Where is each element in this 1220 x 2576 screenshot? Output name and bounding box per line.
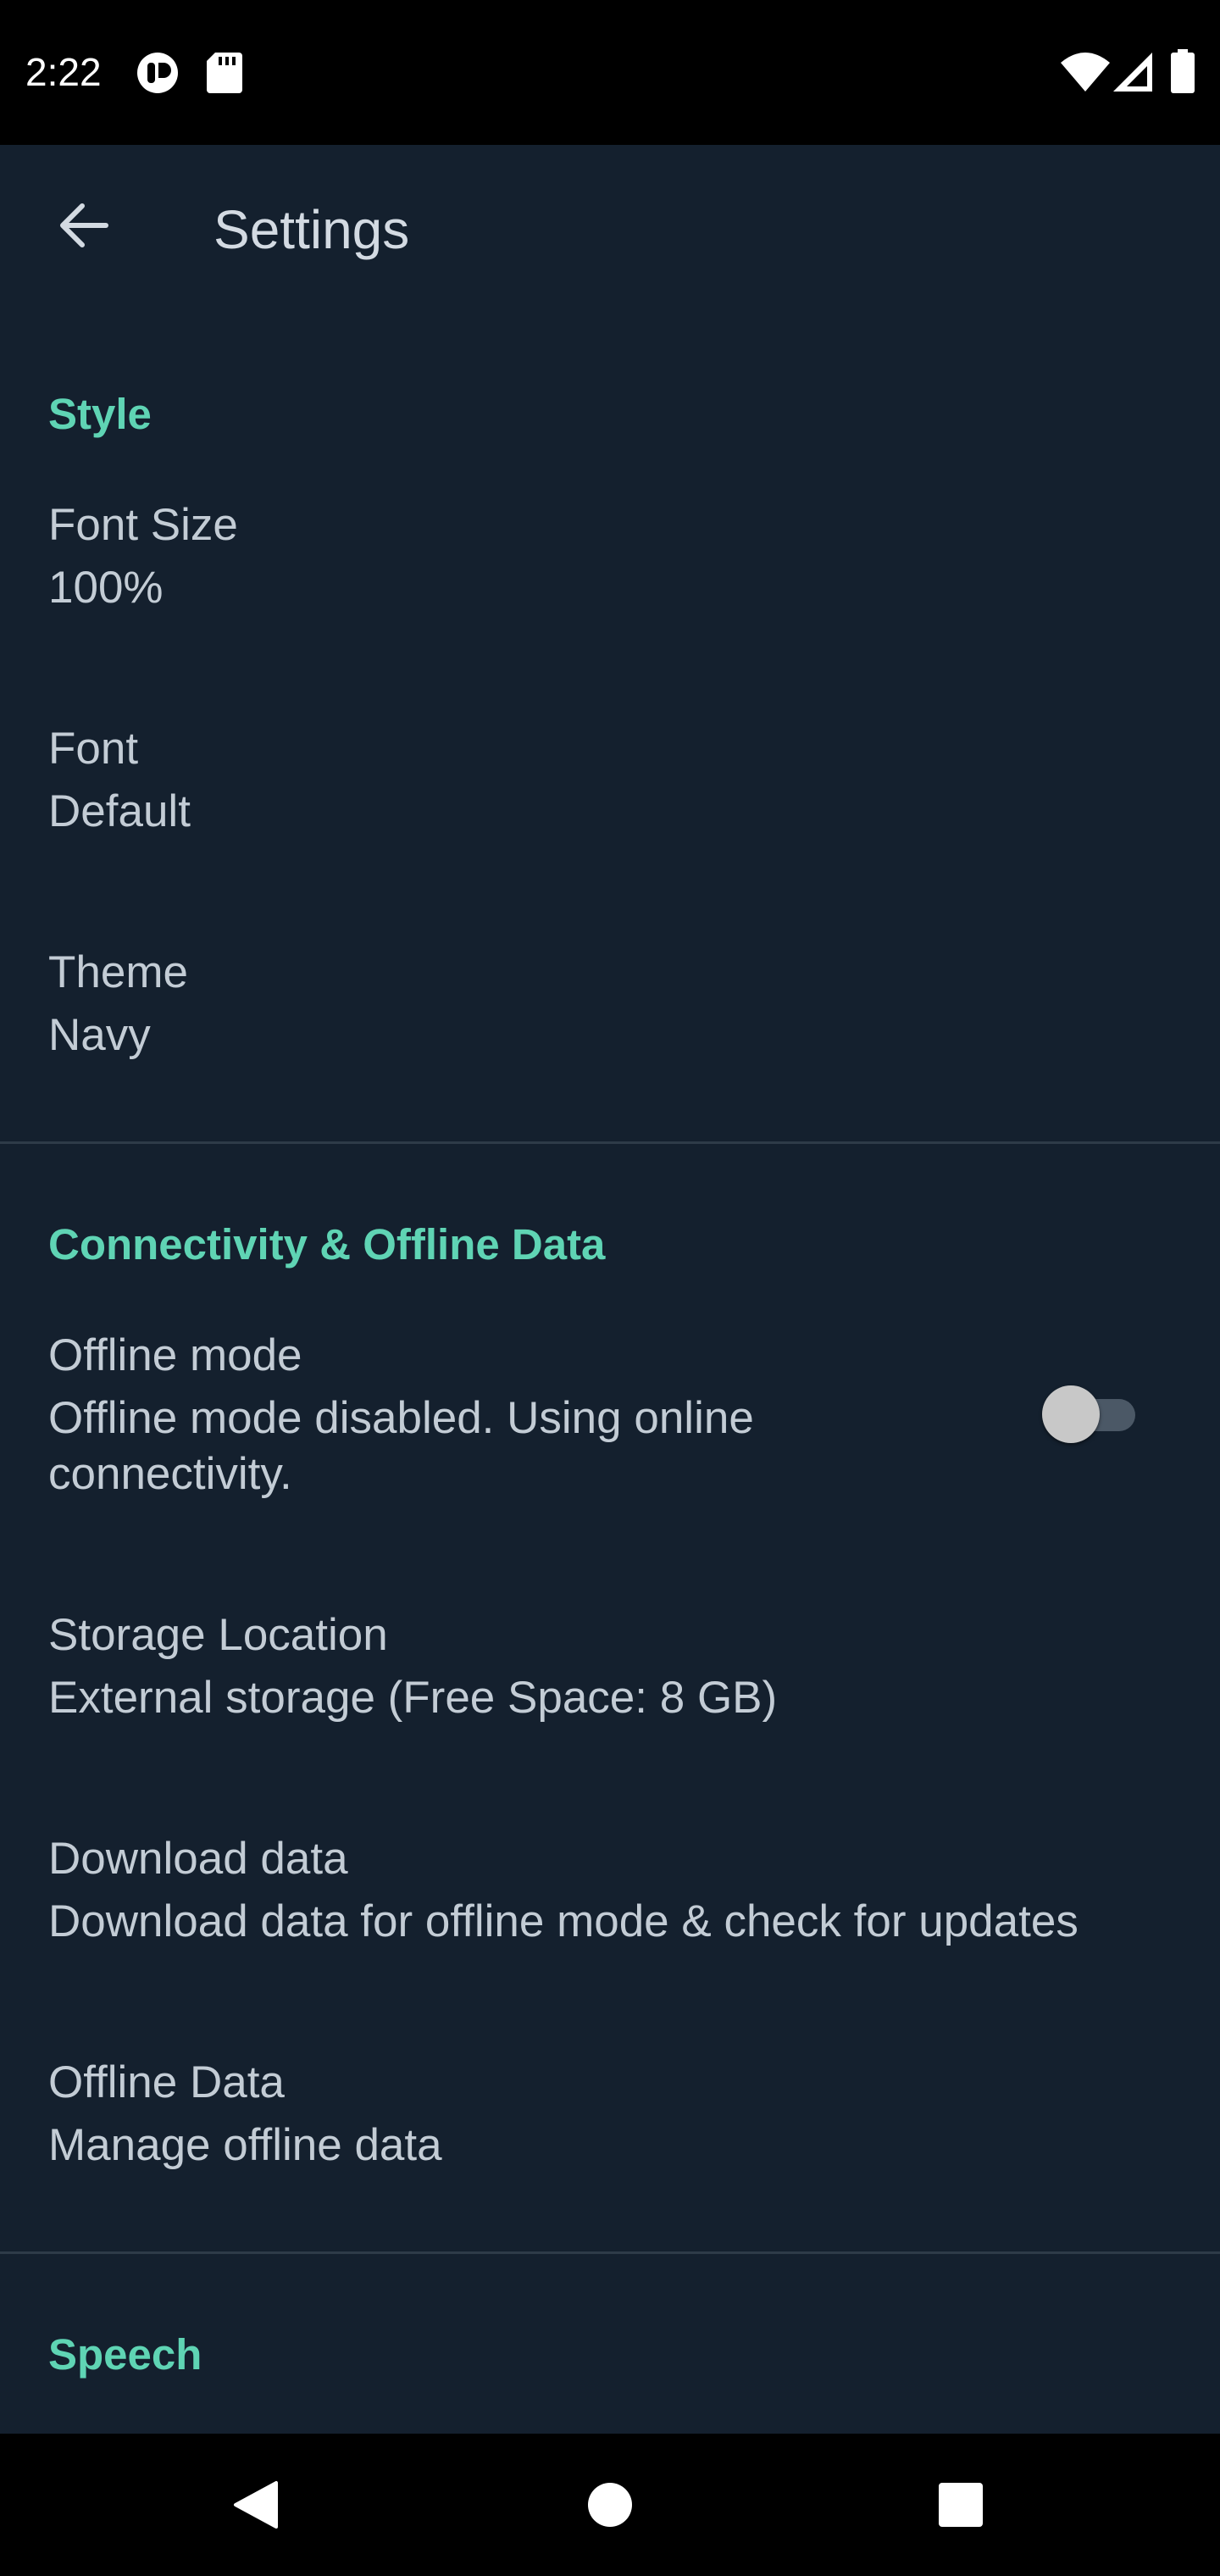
pref-summary-continued: connectivity. xyxy=(48,1449,292,1499)
app-bar: Settings xyxy=(0,145,1220,314)
navigation-bar xyxy=(0,2434,1220,2576)
pref-summary: External storage (Free Space: 8 GB) xyxy=(48,1673,778,1723)
status-time: 2:22 xyxy=(25,50,102,94)
pref-font-size[interactable]: Font Size 100% xyxy=(0,499,1220,723)
section-divider xyxy=(0,2251,1220,2254)
pref-title: Font Size xyxy=(48,500,238,550)
pref-storage-location[interactable]: Storage Location External storage (Free … xyxy=(0,1609,1220,1833)
back-triangle-icon xyxy=(234,2481,278,2529)
section-header-style: Style xyxy=(48,390,152,438)
pref-font[interactable]: Font Default xyxy=(0,723,1220,947)
cell-signal-icon xyxy=(1113,53,1152,92)
section-header-speech: Speech xyxy=(48,2330,202,2379)
wifi-icon xyxy=(1061,53,1110,92)
sd-card-icon xyxy=(207,53,242,93)
pref-title: Storage Location xyxy=(48,1610,388,1660)
nav-back-button[interactable] xyxy=(214,2462,298,2547)
recents-square-icon xyxy=(939,2483,983,2527)
page-title: Settings xyxy=(214,199,410,260)
pref-summary: Navy xyxy=(48,1010,151,1060)
pref-title: Download data xyxy=(48,1834,348,1884)
notification-app-icon xyxy=(137,53,178,93)
pref-summary: Offline mode disabled. Using online xyxy=(48,1393,754,1443)
switch-thumb xyxy=(1042,1385,1100,1443)
pref-title: Offline mode xyxy=(48,1330,302,1380)
pref-title: Font xyxy=(48,724,139,774)
pref-offline-data[interactable]: Offline Data Manage offline data xyxy=(0,2057,1220,2226)
pref-title: Theme xyxy=(48,947,188,997)
status-bar: 2:22 xyxy=(0,0,1220,145)
pref-summary: Manage offline data xyxy=(48,2120,442,2170)
section-divider xyxy=(0,1141,1220,1144)
pref-title: Offline Data xyxy=(48,2057,285,2107)
back-button[interactable] xyxy=(37,179,130,272)
pref-summary: 100% xyxy=(48,563,164,613)
pref-download-data[interactable]: Download data Download data for offline … xyxy=(0,1833,1220,2057)
pref-offline-mode[interactable]: Offline mode Offline mode disabled. Usin… xyxy=(0,1330,1220,1563)
arrow-back-icon xyxy=(60,203,108,247)
nav-recents-button[interactable] xyxy=(918,2462,1003,2547)
pref-summary: Default xyxy=(48,786,191,836)
battery-icon xyxy=(1171,49,1195,93)
home-circle-icon xyxy=(588,2483,632,2527)
pref-summary: Download data for offline mode & check f… xyxy=(48,1896,1079,1946)
pref-theme[interactable]: Theme Navy xyxy=(0,947,1220,1116)
nav-home-button[interactable] xyxy=(568,2462,652,2547)
offline-mode-switch[interactable] xyxy=(1039,1379,1140,1446)
section-header-connectivity: Connectivity & Offline Data xyxy=(48,1220,606,1269)
